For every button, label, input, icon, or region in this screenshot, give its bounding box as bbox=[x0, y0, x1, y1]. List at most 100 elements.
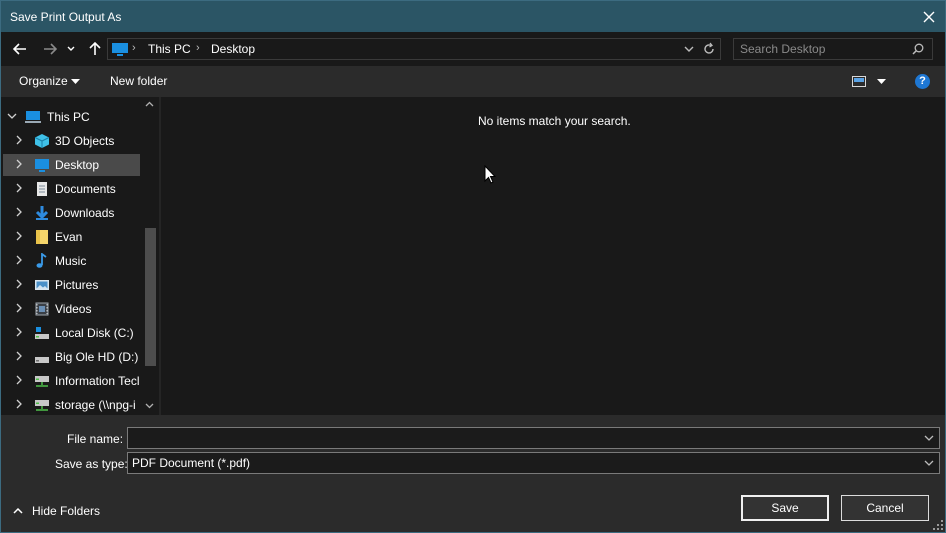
tree-item-information-tech[interactable]: Information Tecl bbox=[1, 370, 143, 392]
organize-button[interactable]: Organize bbox=[19, 74, 68, 88]
tree-item-3d-objects[interactable]: 3D Objects bbox=[1, 130, 143, 152]
chevron-right-icon[interactable] bbox=[16, 327, 23, 337]
cancel-button[interactable]: Cancel bbox=[841, 495, 929, 521]
mouse-cursor-icon bbox=[484, 165, 496, 184]
search-input[interactable]: Search Desktop bbox=[740, 42, 825, 56]
chevron-right-icon[interactable] bbox=[16, 303, 23, 313]
resize-grip-icon[interactable] bbox=[933, 520, 943, 530]
desktop-icon bbox=[35, 159, 49, 172]
file-name-field[interactable] bbox=[127, 427, 940, 449]
download-icon bbox=[35, 206, 49, 220]
tree-label: 3D Objects bbox=[55, 134, 115, 148]
chevron-right-icon[interactable] bbox=[16, 279, 23, 289]
change-view-icon[interactable] bbox=[852, 76, 866, 87]
scroll-up-icon[interactable] bbox=[145, 101, 154, 107]
music-icon bbox=[36, 253, 47, 268]
save-form: File name: Save as type: PDF Document (*… bbox=[1, 415, 945, 532]
help-icon[interactable]: ? bbox=[915, 74, 930, 89]
this-pc-icon bbox=[112, 43, 128, 56]
this-pc-icon bbox=[25, 111, 41, 123]
scroll-down-icon[interactable] bbox=[145, 403, 154, 409]
tree-item-downloads[interactable]: Downloads bbox=[1, 202, 143, 224]
network-drive-icon bbox=[35, 376, 49, 387]
breadcrumb-separator[interactable]: › bbox=[132, 42, 136, 54]
caret-down-icon[interactable] bbox=[71, 79, 80, 84]
local-disk-icon bbox=[35, 327, 49, 339]
breadcrumb-this-pc[interactable]: This PC bbox=[148, 42, 191, 56]
chevron-down-icon[interactable] bbox=[7, 113, 17, 120]
tree-label: Downloads bbox=[55, 206, 115, 220]
tree-item-local-disk[interactable]: Local Disk (C:) bbox=[1, 322, 143, 344]
tree-label: Music bbox=[55, 254, 87, 268]
search-icon[interactable] bbox=[912, 43, 924, 55]
new-folder-button[interactable]: New folder bbox=[110, 74, 167, 88]
breadcrumb-separator[interactable]: › bbox=[196, 42, 200, 54]
chevron-right-icon[interactable] bbox=[16, 399, 23, 409]
arrow-up-icon bbox=[89, 42, 101, 55]
chevron-right-icon[interactable] bbox=[16, 351, 23, 361]
chevron-down-icon[interactable] bbox=[924, 432, 934, 444]
chevron-right-icon[interactable] bbox=[16, 231, 23, 241]
address-bar[interactable]: › This PC › Desktop bbox=[107, 38, 721, 60]
tree-item-videos[interactable]: Videos bbox=[1, 298, 143, 320]
network-drive-icon bbox=[35, 400, 49, 411]
chevron-right-icon[interactable] bbox=[16, 207, 23, 217]
address-dropdown-button[interactable] bbox=[684, 42, 694, 59]
forward-button[interactable] bbox=[40, 39, 60, 59]
tree-label: storage (\\npg-i bbox=[55, 398, 136, 412]
navigation-pane: This PC 3D Objects Desktop Documents Dow… bbox=[1, 97, 159, 415]
save-button[interactable]: Save bbox=[741, 495, 829, 521]
cube-icon bbox=[34, 134, 50, 148]
chevron-right-icon[interactable] bbox=[16, 183, 23, 193]
tree-label: Documents bbox=[55, 182, 116, 196]
breadcrumb-desktop[interactable]: Desktop bbox=[211, 42, 255, 56]
tree-label: Evan bbox=[55, 230, 83, 244]
file-name-label: File name: bbox=[67, 432, 124, 446]
save-as-type-label: Save as type: bbox=[55, 457, 128, 471]
tree-label: Pictures bbox=[55, 278, 99, 292]
tree-label: Desktop bbox=[55, 158, 100, 172]
back-button[interactable] bbox=[10, 39, 30, 59]
tree-item-music[interactable]: Music bbox=[1, 250, 143, 272]
refresh-icon bbox=[704, 42, 714, 54]
chevron-down-icon[interactable] bbox=[924, 457, 934, 469]
command-bar: Organize New folder ? bbox=[1, 66, 945, 97]
window-title: Save Print Output As bbox=[10, 10, 122, 24]
tree-item-evan[interactable]: Evan bbox=[1, 226, 143, 248]
close-button[interactable] bbox=[913, 1, 945, 32]
file-list-area[interactable]: No items match your search. bbox=[161, 97, 945, 415]
tree-item-storage[interactable]: storage (\\npg-i bbox=[1, 394, 143, 415]
tree-label: Local Disk (C:) bbox=[55, 326, 134, 340]
chevron-right-icon[interactable] bbox=[16, 159, 23, 169]
scrollbar-thumb[interactable] bbox=[145, 228, 156, 366]
chevron-right-icon[interactable] bbox=[16, 135, 23, 145]
tree-item-this-pc[interactable]: This PC bbox=[1, 106, 143, 128]
tree-item-documents[interactable]: Documents bbox=[1, 178, 143, 200]
search-box[interactable]: Search Desktop bbox=[733, 38, 933, 60]
folder-icon bbox=[36, 230, 48, 244]
document-icon bbox=[37, 182, 47, 196]
navigation-bar: › This PC › Desktop Search Desktop bbox=[1, 32, 945, 66]
tree-item-big-ole-hd[interactable]: Big Ole HD (D:) bbox=[1, 346, 143, 368]
drive-icon bbox=[35, 357, 49, 363]
chevron-right-icon[interactable] bbox=[16, 375, 23, 385]
refresh-button[interactable] bbox=[703, 42, 715, 59]
tree-label: This PC bbox=[47, 110, 90, 124]
chevron-right-icon[interactable] bbox=[16, 255, 23, 265]
chevron-down-icon bbox=[684, 46, 694, 52]
hide-folders-label: Hide Folders bbox=[32, 504, 101, 518]
title-bar[interactable]: Save Print Output As bbox=[1, 1, 945, 32]
recent-locations-button[interactable] bbox=[65, 39, 77, 59]
tree-item-pictures[interactable]: Pictures bbox=[1, 274, 143, 296]
videos-icon bbox=[35, 302, 49, 316]
tree-label: Information Tecl bbox=[55, 374, 140, 388]
save-as-type-select[interactable]: PDF Document (*.pdf) bbox=[127, 452, 940, 474]
caret-down-icon[interactable] bbox=[877, 79, 886, 84]
chevron-up-icon bbox=[13, 507, 23, 514]
pictures-icon bbox=[35, 280, 49, 290]
close-icon bbox=[923, 11, 935, 22]
tree-label: Big Ole HD (D:) bbox=[55, 350, 139, 364]
up-button[interactable] bbox=[85, 39, 105, 59]
tree-item-desktop[interactable]: Desktop bbox=[3, 154, 140, 176]
empty-message: No items match your search. bbox=[478, 114, 631, 128]
